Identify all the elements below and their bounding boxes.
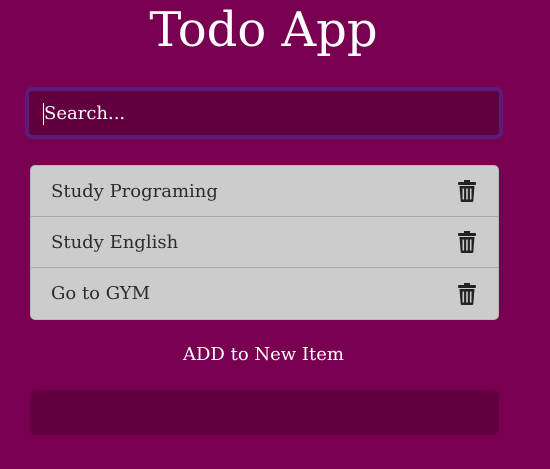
search-input[interactable] bbox=[29, 91, 499, 135]
todo-item: Go to GYM bbox=[31, 268, 498, 319]
add-item-input[interactable] bbox=[30, 390, 499, 435]
add-item-label: ADD to New Item bbox=[183, 344, 344, 365]
todo-item: Study English bbox=[31, 217, 498, 268]
todo-item-text: Study English bbox=[51, 231, 179, 253]
todo-item: Study Programing bbox=[31, 166, 498, 217]
delete-button[interactable] bbox=[456, 282, 478, 306]
todo-list: Study Programing Study English Go to GYM bbox=[30, 165, 499, 320]
delete-button[interactable] bbox=[456, 179, 478, 203]
search-box[interactable] bbox=[25, 87, 503, 139]
todo-item-text: Go to GYM bbox=[51, 283, 151, 304]
trash-icon bbox=[458, 180, 476, 202]
trash-icon bbox=[458, 282, 476, 305]
text-caret bbox=[43, 103, 44, 125]
app-title: Todo App bbox=[149, 2, 378, 58]
todo-item-text: Study Programing bbox=[51, 180, 218, 202]
delete-button[interactable] bbox=[456, 230, 478, 254]
trash-icon bbox=[458, 231, 476, 253]
